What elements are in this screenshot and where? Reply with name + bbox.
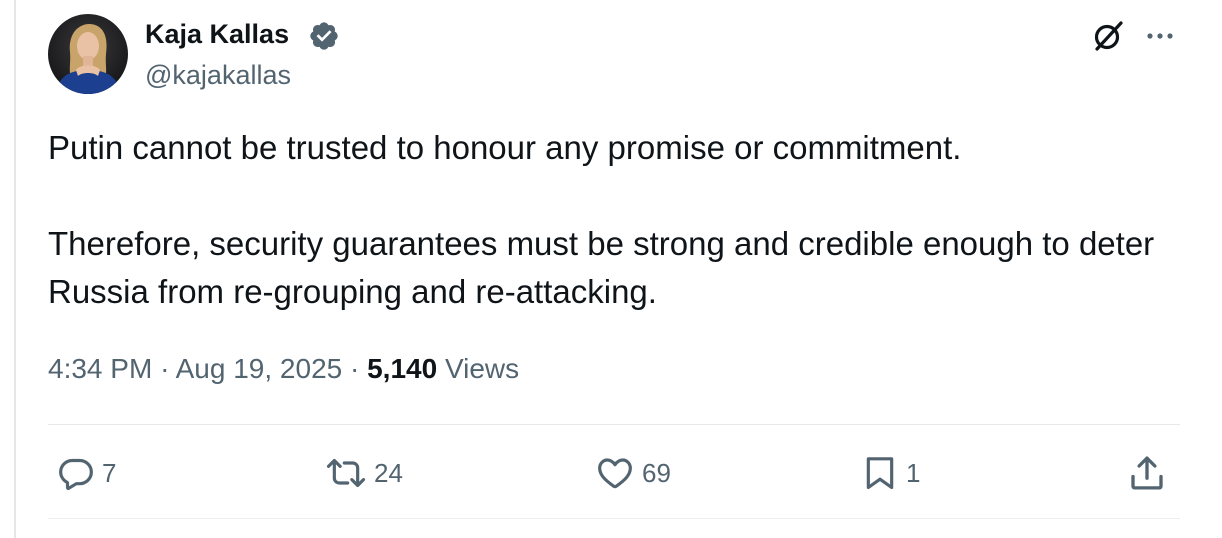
- like-button[interactable]: 69: [594, 450, 671, 496]
- bookmark-button[interactable]: 1: [860, 450, 920, 496]
- like-count: 69: [642, 458, 671, 488]
- share-button[interactable]: [1126, 450, 1168, 496]
- divider: [48, 518, 1180, 519]
- meta-separator: ·: [350, 353, 360, 384]
- tweet-card[interactable]: Kaja Kallas @kajakallas Putin cannot be …: [0, 0, 1222, 538]
- reply-icon: [59, 458, 93, 491]
- retweet-count: 24: [374, 458, 403, 488]
- tweet-metadata: 4:34 PM · Aug 19, 2025 · 5,140 Views: [48, 350, 519, 388]
- tweet-paragraph: Therefore, security guarantees must be s…: [48, 225, 1155, 310]
- avatar-photo: [48, 14, 128, 94]
- action-bar: 7 24 69 1: [0, 450, 1222, 496]
- tweet-text: Putin cannot be trusted to honour any pr…: [48, 124, 1188, 316]
- meta-separator: ·: [160, 353, 170, 384]
- divider: [48, 424, 1180, 425]
- verified-badge-icon[interactable]: [308, 20, 340, 52]
- reply-button[interactable]: 7: [56, 450, 116, 496]
- bookmark-count: 1: [906, 458, 921, 488]
- grok-icon[interactable]: [1090, 18, 1126, 54]
- tweet-date[interactable]: Aug 19, 2025: [176, 353, 343, 384]
- views-count[interactable]: 5,140: [367, 353, 437, 384]
- heart-icon: [598, 458, 632, 489]
- retweet-icon: [326, 458, 366, 488]
- tweet-paragraph: Putin cannot be trusted to honour any pr…: [48, 129, 962, 166]
- more-options-icon[interactable]: [1142, 26, 1178, 46]
- retweet-button[interactable]: 24: [324, 450, 403, 496]
- author-handle[interactable]: @kajakallas: [145, 58, 291, 92]
- tweet-time[interactable]: 4:34 PM: [48, 353, 152, 384]
- share-icon: [1131, 456, 1163, 490]
- author-display-name[interactable]: Kaja Kallas: [145, 16, 289, 52]
- bookmark-icon: [866, 457, 894, 490]
- views-label: Views: [444, 353, 520, 384]
- avatar[interactable]: [48, 14, 128, 94]
- previous-tweet-fragment: [180, 0, 460, 5]
- reply-count: 7: [102, 458, 117, 488]
